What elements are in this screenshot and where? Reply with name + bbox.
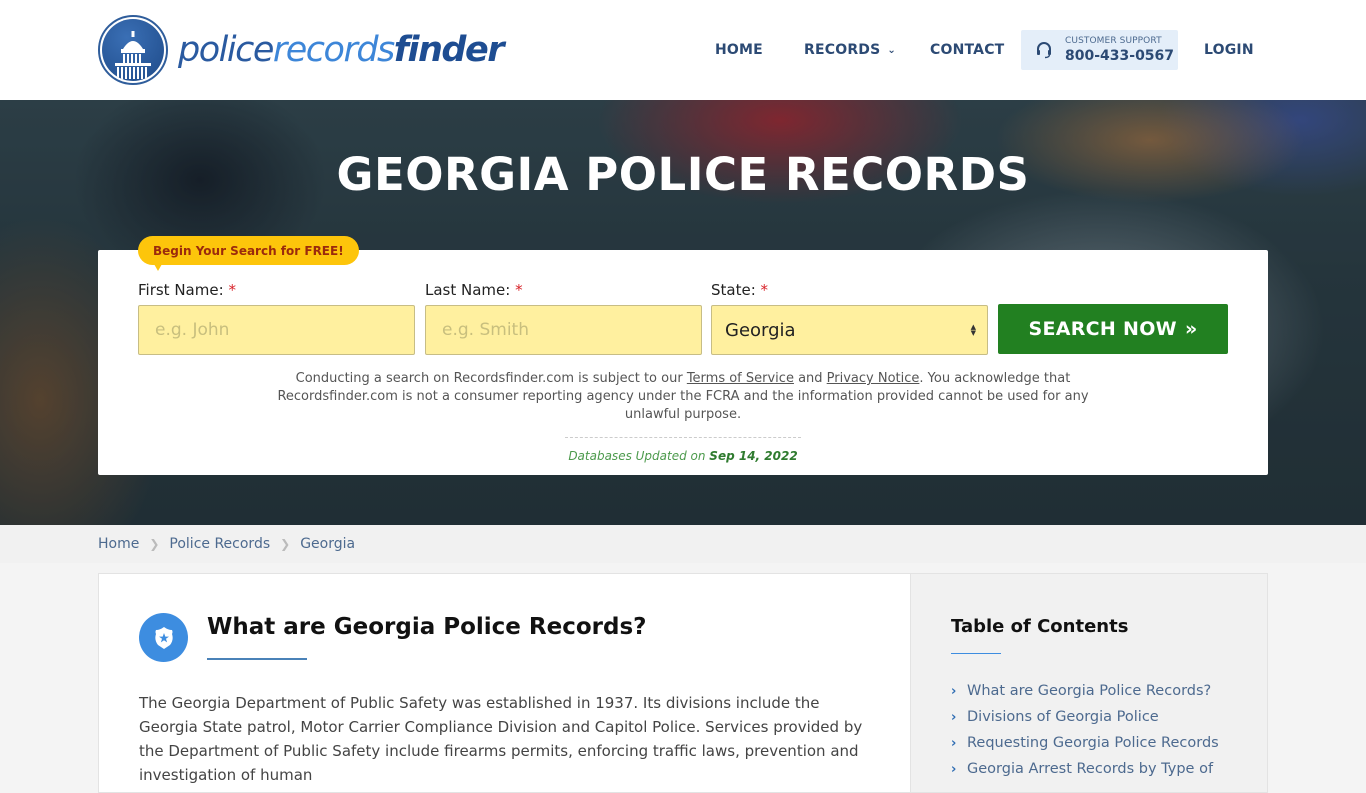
chevron-right-icon: ❯ <box>280 537 291 551</box>
toc-item[interactable]: › Divisions of Georgia Police <box>951 704 1219 730</box>
hero-banner: GEORGIA POLICE RECORDS Begin Your Search… <box>0 100 1366 525</box>
required-mark: * <box>760 281 769 299</box>
database-updated-notice: Databases Updated on Sep 14, 2022 <box>98 449 1268 463</box>
first-name-label: First Name: * <box>138 278 415 302</box>
capitol-logo-icon <box>98 15 168 85</box>
breadcrumb-georgia[interactable]: Georgia <box>300 536 355 552</box>
updated-date: Sep 14, 2022 <box>709 449 798 463</box>
nav-login[interactable]: LOGIN <box>1204 42 1254 58</box>
toc-item[interactable]: › Georgia Arrest Records by Type of <box>951 756 1219 782</box>
toc-item-label: Georgia Arrest Records by Type of <box>967 761 1214 777</box>
disclaimer-text: and <box>793 371 827 386</box>
logo-wordmark: policerecordsfinder <box>178 30 505 70</box>
state-label: State: * <box>711 278 988 302</box>
last-name-field-group: Last Name: * <box>425 278 702 355</box>
chevron-right-icon: ❯ <box>149 537 160 551</box>
toc-item-label: What are Georgia Police Records? <box>967 683 1212 699</box>
last-name-label-text: Last Name: <box>425 281 511 299</box>
article-section: What are Georgia Police Records? The Geo… <box>98 573 910 793</box>
state-field-group: State: * Georgia ▲ ▼ <box>711 278 988 355</box>
chevron-down-icon: ⌄ <box>887 44 896 56</box>
toc-item[interactable]: › What are Georgia Police Records? <box>951 678 1219 704</box>
dashed-divider <box>565 437 801 438</box>
state-select[interactable]: Georgia ▲ ▼ <box>711 305 988 355</box>
breadcrumb: Home ❯ Police Records ❯ Georgia <box>0 525 1366 563</box>
search-now-button[interactable]: SEARCH NOW » <box>998 304 1228 354</box>
updated-label: Databases Updated on <box>568 449 710 463</box>
toc-item[interactable]: › Requesting Georgia Police Records <box>951 730 1219 756</box>
free-search-badge: Begin Your Search for FREE! <box>138 236 359 271</box>
police-badge-icon <box>139 613 188 662</box>
site-header: policerecordsfinder HOME RECORDS ⌄ CONTA… <box>0 0 1366 100</box>
toc-list: › What are Georgia Police Records? › Div… <box>951 678 1219 782</box>
state-label-text: State: <box>711 281 756 299</box>
logo-word-records: records <box>272 30 395 70</box>
article-heading: What are Georgia Police Records? <box>207 614 647 640</box>
chevron-right-icon: › <box>951 683 957 699</box>
required-mark: * <box>228 281 236 299</box>
first-name-input[interactable] <box>138 305 415 355</box>
breadcrumb-home[interactable]: Home <box>98 536 139 552</box>
headset-icon <box>1037 42 1051 59</box>
double-chevron-right-icon: » <box>1184 318 1198 340</box>
chevron-right-icon: › <box>951 761 957 777</box>
privacy-notice-link[interactable]: Privacy Notice <box>827 371 920 386</box>
chevron-right-icon: › <box>951 735 957 751</box>
toc-heading: Table of Contents <box>951 616 1129 637</box>
chevron-right-icon: › <box>951 709 957 725</box>
last-name-input[interactable] <box>425 305 702 355</box>
logo-word-police: police <box>178 30 274 70</box>
disclaimer-text: Conducting a search on Recordsfinder.com… <box>295 371 687 386</box>
support-phone: 800-433-0567 <box>1065 48 1175 64</box>
toc-underline <box>951 653 1001 654</box>
customer-support-button[interactable]: CUSTOMER SUPPORT 800-433-0567 <box>1021 30 1178 70</box>
first-name-field-group: First Name: * <box>138 278 415 355</box>
breadcrumb-police-records[interactable]: Police Records <box>169 536 270 552</box>
legal-disclaimer: Conducting a search on Recordsfinder.com… <box>248 370 1118 424</box>
support-label: CUSTOMER SUPPORT <box>1065 36 1162 46</box>
toc-item-label: Requesting Georgia Police Records <box>967 735 1219 751</box>
nav-contact[interactable]: CONTACT <box>930 42 1004 58</box>
required-mark: * <box>515 281 523 299</box>
nav-records-label: RECORDS <box>804 42 881 58</box>
select-updown-icon: ▲ ▼ <box>970 323 976 337</box>
article-paragraph: The Georgia Department of Public Safety … <box>139 694 863 784</box>
toc-item-label: Divisions of Georgia Police <box>967 709 1159 725</box>
first-name-label-text: First Name: <box>138 281 224 299</box>
page-title: GEORGIA POLICE RECORDS <box>336 148 1030 201</box>
heading-underline <box>207 658 307 660</box>
nav-home[interactable]: HOME <box>715 42 763 58</box>
nav-records[interactable]: RECORDS ⌄ <box>804 42 896 58</box>
search-now-label: SEARCH NOW <box>1028 318 1177 340</box>
terms-of-service-link[interactable]: Terms of Service <box>687 371 794 386</box>
state-select-value: Georgia <box>725 319 796 341</box>
search-form: Begin Your Search for FREE! First Name: … <box>98 236 1268 475</box>
last-name-label: Last Name: * <box>425 278 702 302</box>
logo-word-finder: finder <box>393 30 505 70</box>
site-logo[interactable]: policerecordsfinder <box>98 15 505 85</box>
table-of-contents: Table of Contents › What are Georgia Pol… <box>910 573 1268 793</box>
